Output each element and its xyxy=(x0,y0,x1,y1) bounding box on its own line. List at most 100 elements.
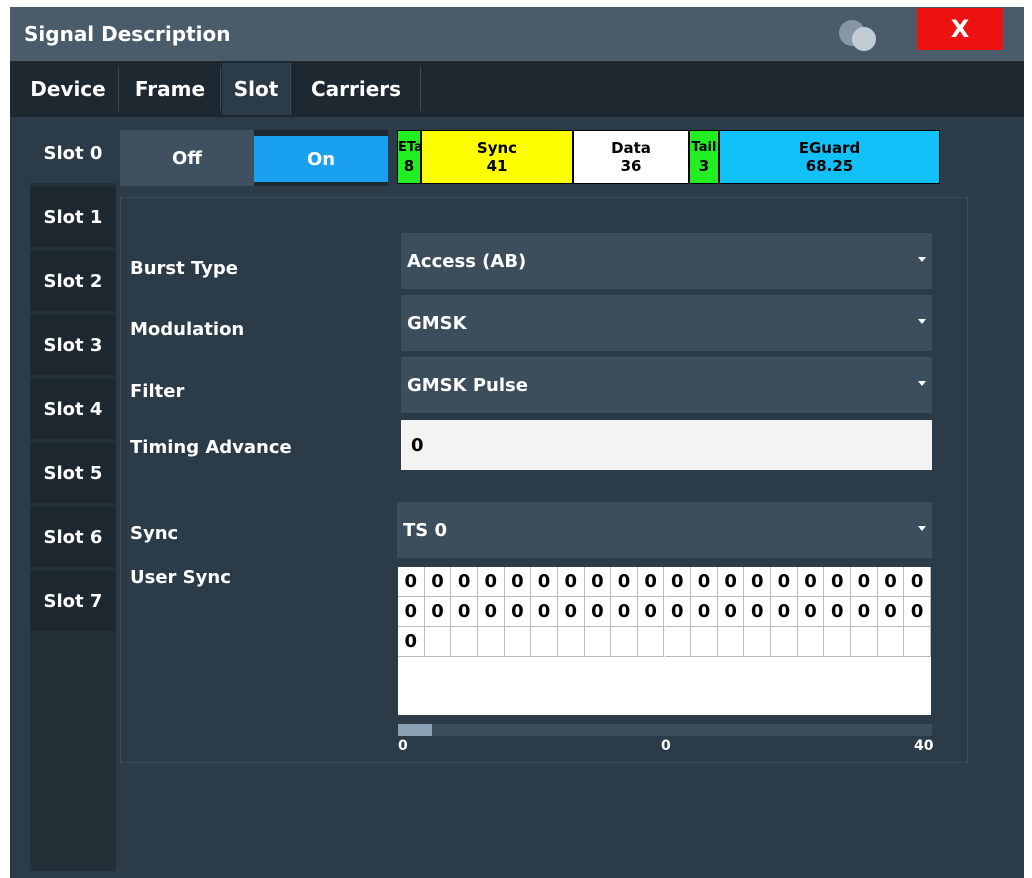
burst-segment-etail: ETail 8 xyxy=(397,130,432,184)
user-sync-bit-cell[interactable]: 0 xyxy=(744,567,772,597)
user-sync-bit-cell[interactable] xyxy=(637,627,665,657)
burst-type-label: Burst Type xyxy=(130,258,238,279)
user-sync-bit-cell[interactable] xyxy=(531,627,558,657)
sync-value: TS 0 xyxy=(403,519,448,541)
user-sync-bit-cell[interactable]: 0 xyxy=(451,567,478,597)
tab-device[interactable]: Device xyxy=(18,67,119,111)
user-sync-bit-cell[interactable]: 0 xyxy=(904,597,931,627)
user-sync-bit-cell[interactable]: 0 xyxy=(451,597,478,627)
tab-carriers[interactable]: Carriers xyxy=(292,67,421,111)
user-sync-bit-cell[interactable]: 0 xyxy=(531,567,558,597)
user-sync-bit-cell[interactable]: 0 xyxy=(691,567,718,597)
user-sync-bit-cell[interactable]: 0 xyxy=(424,567,452,597)
user-sync-bit-cell[interactable]: 0 xyxy=(398,627,425,657)
slot-item-7[interactable]: Slot 7 xyxy=(30,571,116,631)
user-sync-bit-cell[interactable]: 0 xyxy=(398,567,425,597)
user-sync-bit-cell[interactable]: 0 xyxy=(904,567,931,597)
user-sync-bit-cell[interactable]: 0 xyxy=(531,597,558,627)
user-sync-bit-cell[interactable]: 0 xyxy=(584,597,612,627)
filter-dropdown[interactable]: GMSK Pulse xyxy=(401,357,932,413)
user-sync-bit-cell[interactable] xyxy=(797,627,825,657)
user-sync-bit-cell[interactable] xyxy=(557,627,585,657)
slot-item-3[interactable]: Slot 3 xyxy=(30,315,116,375)
tab-bar: Device Frame Slot Carriers xyxy=(10,61,1024,117)
filter-label: Filter xyxy=(130,381,185,402)
scrollbar-min-label: 0 xyxy=(398,738,408,754)
user-sync-bit-cell[interactable]: 0 xyxy=(477,597,505,627)
user-sync-bit-cell[interactable]: 0 xyxy=(717,567,745,597)
toggle-off-button[interactable]: Off xyxy=(120,130,254,186)
user-sync-bit-cell[interactable]: 0 xyxy=(557,597,585,627)
tab-frame[interactable]: Frame xyxy=(120,67,221,111)
user-sync-bit-cell[interactable]: 0 xyxy=(851,567,878,597)
burst-segment-data: Data 36 xyxy=(573,130,689,184)
user-sync-bit-cell[interactable] xyxy=(504,627,532,657)
sync-dropdown[interactable]: TS 0 xyxy=(397,502,932,558)
chevron-down-icon xyxy=(918,526,926,531)
user-sync-bit-cell[interactable]: 0 xyxy=(797,567,825,597)
user-sync-bit-cell[interactable]: 0 xyxy=(611,597,638,627)
user-sync-bit-cell[interactable] xyxy=(771,627,798,657)
user-sync-bit-cell[interactable]: 0 xyxy=(504,597,532,627)
user-sync-bit-cell[interactable]: 0 xyxy=(771,597,798,627)
burst-segment-sync: Sync 41 xyxy=(421,130,573,184)
burst-type-dropdown[interactable]: Access (AB) xyxy=(401,233,932,289)
slot-item-1[interactable]: Slot 1 xyxy=(30,187,116,247)
user-sync-bit-cell[interactable] xyxy=(717,627,745,657)
slot-item-5[interactable]: Slot 5 xyxy=(30,443,116,503)
user-sync-bit-cell[interactable]: 0 xyxy=(637,567,665,597)
slot-item-0[interactable]: Slot 0 xyxy=(30,123,116,183)
user-sync-bit-cell[interactable] xyxy=(851,627,878,657)
scrollbar-thumb[interactable] xyxy=(398,724,432,736)
user-sync-bit-cell[interactable] xyxy=(824,627,852,657)
user-sync-bit-cell[interactable] xyxy=(664,627,692,657)
user-sync-bit-cell[interactable]: 0 xyxy=(691,597,718,627)
user-sync-bit-cell[interactable]: 0 xyxy=(637,597,665,627)
user-sync-bit-cell[interactable]: 0 xyxy=(584,567,612,597)
user-sync-bit-cell[interactable]: 0 xyxy=(611,567,638,597)
user-sync-bit-cell[interactable] xyxy=(451,627,478,657)
help-bubbles-icon[interactable] xyxy=(834,17,882,53)
user-sync-bit-cell[interactable]: 0 xyxy=(717,597,745,627)
user-sync-bit-cell[interactable]: 0 xyxy=(877,597,905,627)
timing-advance-input[interactable]: 0 xyxy=(401,420,932,470)
user-sync-bit-cell[interactable]: 0 xyxy=(664,597,692,627)
slot-item-6[interactable]: Slot 6 xyxy=(30,507,116,567)
slot-item-2[interactable]: Slot 2 xyxy=(30,251,116,311)
user-sync-bit-cell[interactable] xyxy=(904,627,931,657)
user-sync-bit-cell[interactable]: 0 xyxy=(824,567,852,597)
user-sync-bit-cell[interactable]: 0 xyxy=(664,567,692,597)
user-sync-bit-grid[interactable]: 0000000000000000000000000000000000000000… xyxy=(398,567,931,715)
user-sync-bit-cell[interactable]: 0 xyxy=(398,597,425,627)
user-sync-bit-cell[interactable]: 0 xyxy=(424,597,452,627)
user-sync-bit-cell[interactable] xyxy=(611,627,638,657)
modulation-label: Modulation xyxy=(130,319,245,340)
slot-item-4[interactable]: Slot 4 xyxy=(30,379,116,439)
toggle-on-button[interactable]: On xyxy=(254,136,388,182)
user-sync-scrollbar[interactable] xyxy=(398,724,932,736)
burst-structure-bar: ETail 8 Sync 41 Data 36 Tail 3 EGuard 68.25 xyxy=(397,130,940,184)
user-sync-bit-cell[interactable] xyxy=(477,627,505,657)
user-sync-label: User Sync xyxy=(130,567,231,588)
user-sync-bit-cell[interactable]: 0 xyxy=(824,597,852,627)
user-sync-bit-cell[interactable]: 0 xyxy=(557,567,585,597)
user-sync-bit-cell[interactable]: 0 xyxy=(877,567,905,597)
user-sync-bit-cell[interactable]: 0 xyxy=(744,597,772,627)
user-sync-bit-cell[interactable]: 0 xyxy=(797,597,825,627)
tab-slot[interactable]: Slot xyxy=(222,63,291,115)
user-sync-bit-cell[interactable] xyxy=(584,627,612,657)
user-sync-bit-cell[interactable] xyxy=(424,627,452,657)
user-sync-bit-cell[interactable]: 0 xyxy=(851,597,878,627)
chevron-down-icon xyxy=(918,319,926,324)
modulation-dropdown[interactable]: GMSK xyxy=(401,295,932,351)
user-sync-bit-cell[interactable] xyxy=(877,627,905,657)
close-button[interactable]: X xyxy=(917,8,1003,50)
chevron-down-icon xyxy=(918,381,926,386)
user-sync-bit-cell[interactable]: 0 xyxy=(504,567,532,597)
user-sync-bit-cell[interactable] xyxy=(744,627,772,657)
user-sync-bit-cell[interactable] xyxy=(691,627,718,657)
user-sync-bit-cell[interactable]: 0 xyxy=(771,567,798,597)
slot-list: Slot 0 Slot 1 Slot 2 Slot 3 Slot 4 Slot … xyxy=(30,123,116,871)
dialog-title: Signal Description xyxy=(24,22,231,46)
user-sync-bit-cell[interactable]: 0 xyxy=(477,567,505,597)
